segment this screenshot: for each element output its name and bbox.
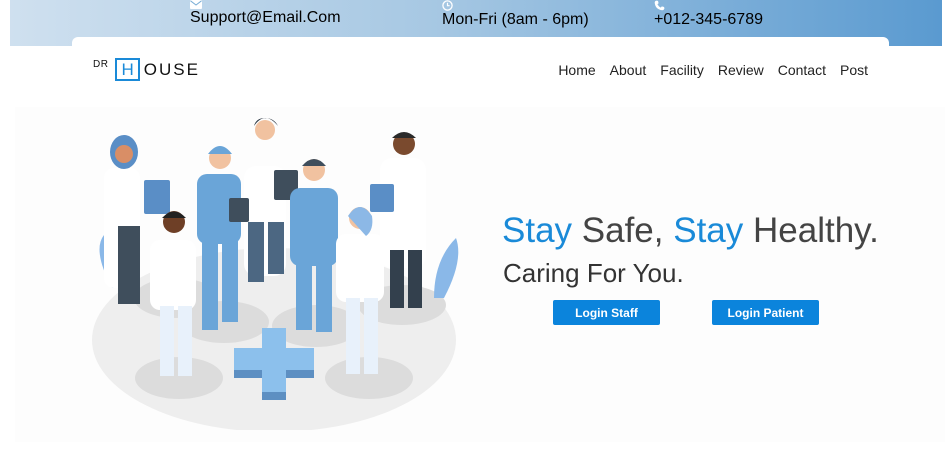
envelope-icon [190,0,341,9]
main-nav: Home About Facility Review Contact Post [558,62,868,78]
office-hours-text: Mon-Fri (8am - 6pm) [442,11,589,28]
logo-rest: OUSE [143,60,200,79]
logo[interactable]: DR H OUSE [93,58,200,81]
support-phone-text: +012-345-6789 [654,11,763,28]
phone-icon [654,0,763,11]
medical-team-illustration [92,118,459,430]
nav-home[interactable]: Home [558,62,595,78]
hero-title-healthy: Healthy. [743,211,879,250]
nav-contact[interactable]: Contact [778,62,826,78]
login-patient-button[interactable]: Login Patient [712,300,819,325]
support-email-text: Support@Email.Com [190,9,341,26]
hero-title: Stay Safe, Stay Healthy. [502,210,879,252]
support-phone[interactable]: +012-345-6789 [654,0,763,29]
nav-post[interactable]: Post [840,62,868,78]
logo-prefix: DR [93,59,109,70]
hero-title-safe: Safe, [572,211,674,250]
office-hours: Mon-Fri (8am - 6pm) [442,0,589,29]
clock-icon [442,0,589,11]
support-email[interactable]: Support@Email.Com [190,0,341,27]
login-staff-button[interactable]: Login Staff [553,300,660,325]
logo-box-letter: H [115,58,140,81]
nav-review[interactable]: Review [718,62,764,78]
nav-facility[interactable]: Facility [660,62,704,78]
nav-about[interactable]: About [610,62,647,78]
hero-subtitle: Caring For You. [503,258,684,288]
hero-title-stay-1: Stay [502,211,573,250]
hero-title-stay-2: Stay [673,211,744,250]
